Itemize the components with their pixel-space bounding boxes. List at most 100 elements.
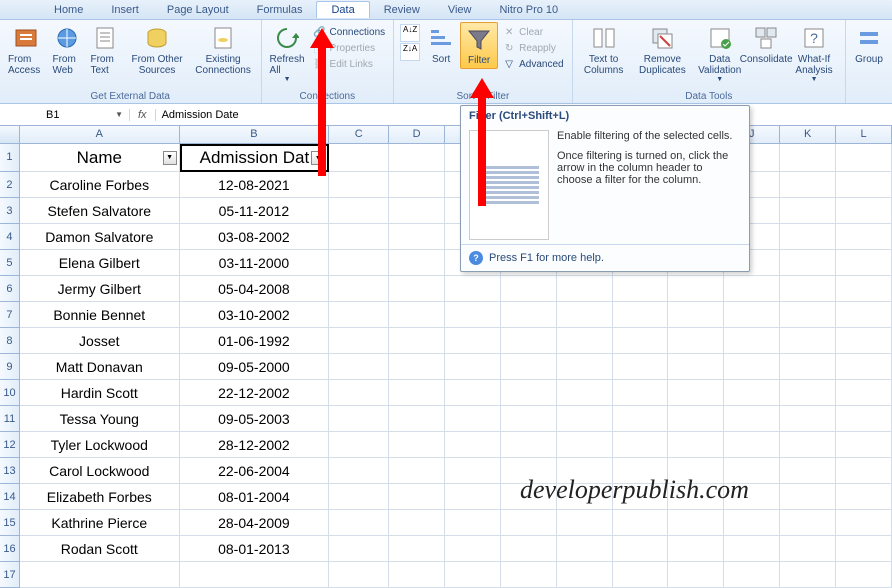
cell-F17[interactable] [501, 562, 557, 588]
cell-I15[interactable] [668, 510, 724, 536]
cell-E17[interactable] [445, 562, 501, 588]
cell-E15[interactable] [445, 510, 501, 536]
cell-a8[interactable]: Josset [20, 328, 180, 354]
cell-K3[interactable] [780, 198, 836, 224]
cell-c14[interactable] [329, 484, 389, 510]
edit-links-button[interactable]: ⛓Edit Links [313, 56, 386, 72]
connections-button[interactable]: 🔗Connections [313, 24, 386, 40]
cell-L6[interactable] [836, 276, 892, 302]
cell-K1[interactable] [780, 144, 836, 172]
cell-a2[interactable]: Caroline Forbes [20, 172, 180, 198]
row-header-14[interactable]: 14 [0, 484, 20, 510]
cell-I8[interactable] [668, 328, 724, 354]
cell-E16[interactable] [445, 536, 501, 562]
cell-D3[interactable] [389, 198, 445, 224]
cell-b14[interactable]: 08-01-2004 [180, 484, 330, 510]
properties-button[interactable]: 📄Properties [313, 40, 386, 56]
cell-b3[interactable]: 05-11-2012 [180, 198, 330, 224]
cell-c7[interactable] [329, 302, 389, 328]
tab-page-layout[interactable]: Page Layout [153, 2, 243, 18]
row-header-5[interactable]: 5 [0, 250, 20, 276]
cell-L15[interactable] [836, 510, 892, 536]
cell-L16[interactable] [836, 536, 892, 562]
text-to-columns-button[interactable]: Text to Columns [577, 22, 631, 78]
clear-button[interactable]: ✕Clear [502, 24, 563, 40]
cell-c13[interactable] [329, 458, 389, 484]
cell-b16[interactable]: 08-01-2013 [180, 536, 330, 562]
cell-K10[interactable] [780, 380, 836, 406]
cell-G17[interactable] [557, 562, 613, 588]
cell-I9[interactable] [668, 354, 724, 380]
cell-D15[interactable] [389, 510, 445, 536]
cell-c17[interactable] [329, 562, 389, 588]
cell-D11[interactable] [389, 406, 445, 432]
cell-K9[interactable] [780, 354, 836, 380]
from-access-button[interactable]: From Access [4, 22, 48, 78]
cell-L8[interactable] [836, 328, 892, 354]
cell-F15[interactable] [501, 510, 557, 536]
cell-a10[interactable]: Hardin Scott [20, 380, 180, 406]
cell-D10[interactable] [389, 380, 445, 406]
from-web-button[interactable]: From Web [48, 22, 86, 78]
cell-K6[interactable] [780, 276, 836, 302]
cell-J6[interactable] [724, 276, 780, 302]
advanced-button[interactable]: ▽Advanced [502, 56, 563, 72]
row-header-11[interactable]: 11 [0, 406, 20, 432]
cell-J8[interactable] [724, 328, 780, 354]
cell-E13[interactable] [445, 458, 501, 484]
remove-duplicates-button[interactable]: Remove Duplicates [631, 22, 695, 78]
col-header-k[interactable]: K [780, 126, 836, 144]
cell-a9[interactable]: Matt Donavan [20, 354, 180, 380]
cell-c15[interactable] [329, 510, 389, 536]
cell-J10[interactable] [724, 380, 780, 406]
cell-b4[interactable]: 03-08-2002 [180, 224, 330, 250]
cell-b5[interactable]: 03-11-2000 [180, 250, 330, 276]
cell-H12[interactable] [613, 432, 669, 458]
cell-J16[interactable] [724, 536, 780, 562]
cell-J7[interactable] [724, 302, 780, 328]
filter-dropdown-b1[interactable]: ▼ [311, 151, 325, 165]
group-button[interactable]: Group [850, 22, 888, 67]
row-header-8[interactable]: 8 [0, 328, 20, 354]
cell-E7[interactable] [445, 302, 501, 328]
cell-K15[interactable] [780, 510, 836, 536]
cell-D9[interactable] [389, 354, 445, 380]
row-header-6[interactable]: 6 [0, 276, 20, 302]
cell-F11[interactable] [501, 406, 557, 432]
cell-a3[interactable]: Stefen Salvatore [20, 198, 180, 224]
cell-L12[interactable] [836, 432, 892, 458]
cell-H6[interactable] [613, 276, 669, 302]
cell-b12[interactable]: 28-12-2002 [180, 432, 330, 458]
col-header-c[interactable]: C [329, 126, 389, 144]
cell-b7[interactable]: 03-10-2002 [180, 302, 330, 328]
cell-b1[interactable]: Admission Dat▼ [180, 144, 330, 172]
tab-review[interactable]: Review [370, 2, 434, 18]
cell-L11[interactable] [836, 406, 892, 432]
cell-F6[interactable] [501, 276, 557, 302]
consolidate-button[interactable]: Consolidate [745, 22, 787, 67]
cell-J11[interactable] [724, 406, 780, 432]
sort-button[interactable]: Sort [422, 22, 460, 67]
col-header-d[interactable]: D [389, 126, 445, 144]
cell-L3[interactable] [836, 198, 892, 224]
cell-J12[interactable] [724, 432, 780, 458]
cell-F9[interactable] [501, 354, 557, 380]
cell-L5[interactable] [836, 250, 892, 276]
cell-a4[interactable]: Damon Salvatore [20, 224, 180, 250]
tab-view[interactable]: View [434, 2, 486, 18]
cell-E12[interactable] [445, 432, 501, 458]
sort-za-button[interactable]: Z↓A [400, 43, 420, 61]
cell-c9[interactable] [329, 354, 389, 380]
cell-F10[interactable] [501, 380, 557, 406]
cell-H16[interactable] [613, 536, 669, 562]
cell-D14[interactable] [389, 484, 445, 510]
cell-D12[interactable] [389, 432, 445, 458]
cell-F12[interactable] [501, 432, 557, 458]
whatif-button[interactable]: ?What-If Analysis▼ [787, 22, 841, 85]
cell-J9[interactable] [724, 354, 780, 380]
cell-F7[interactable] [501, 302, 557, 328]
cell-b17[interactable] [180, 562, 330, 588]
row-header-16[interactable]: 16 [0, 536, 20, 562]
cell-a11[interactable]: Tessa Young [20, 406, 180, 432]
cell-L17[interactable] [836, 562, 892, 588]
